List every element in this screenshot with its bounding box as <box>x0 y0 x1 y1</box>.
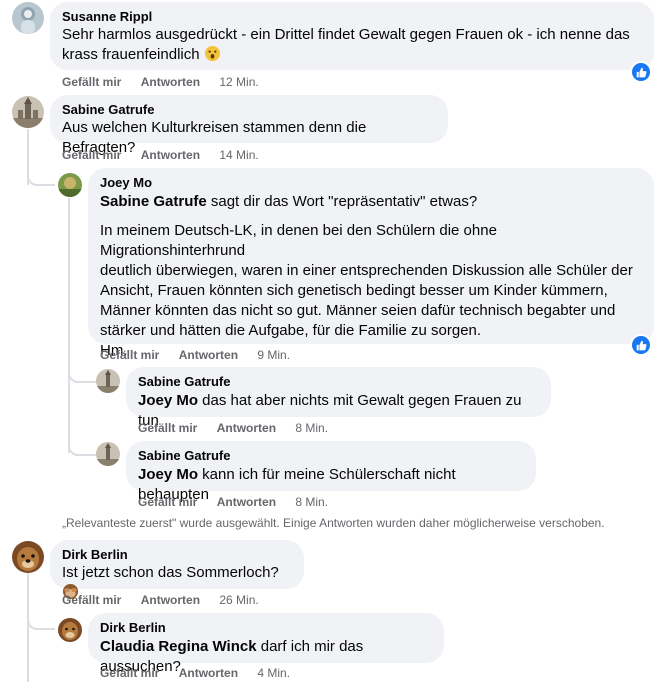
thread-connector-joey <box>27 168 55 186</box>
reply-button[interactable]: Antworten <box>179 666 238 680</box>
comment-author[interactable]: Dirk Berlin <box>62 547 292 563</box>
comment-bubble: Joey Mo Sabine Gatrufe sagt dir das Wort… <box>88 168 654 359</box>
timestamp[interactable]: 14 Min. <box>219 148 258 162</box>
surprised-face-icon <box>204 45 221 62</box>
reply-button[interactable]: Antworten <box>217 495 276 509</box>
comment-actions: Gefällt mir Antworten 4 Min. <box>100 665 290 681</box>
comment-bubble: Sabine Gatrufe Joey Mo kann ich für mein… <box>126 441 536 503</box>
avatar[interactable] <box>96 442 120 466</box>
comment-author[interactable]: Joey Mo <box>100 175 642 191</box>
comment-text: Sabine Gatrufe sagt dir das Wort "repräs… <box>100 193 478 210</box>
timestamp[interactable]: 8 Min. <box>295 495 328 509</box>
avatar[interactable] <box>96 369 120 393</box>
avatar[interactable] <box>58 173 82 197</box>
comment-author[interactable]: Sabine Gatrufe <box>138 448 524 464</box>
mention-link[interactable]: Claudia Regina Winck <box>100 638 257 655</box>
sort-notice: „Relevanteste zuerst" wurde ausgewählt. … <box>62 516 605 530</box>
reply-button[interactable]: Antworten <box>179 348 238 362</box>
comment-actions: Gefällt mir Antworten 8 Min. <box>138 494 328 510</box>
like-button[interactable]: Gefällt mir <box>62 148 121 162</box>
like-button[interactable]: Gefällt mir <box>62 75 121 89</box>
avatar[interactable] <box>12 541 44 573</box>
timestamp[interactable]: 8 Min. <box>295 421 328 435</box>
comment-bubble: Sabine Gatrufe Aus welchen Kulturkreisen… <box>50 95 448 156</box>
timestamp[interactable]: 9 Min. <box>257 348 290 362</box>
comment-actions: Gefällt mir Antworten 9 Min. <box>100 347 290 363</box>
comment-bubble: Sabine Gatrufe Joey Mo das hat aber nich… <box>126 367 551 429</box>
reply-button[interactable]: Antworten <box>141 75 200 89</box>
comment-actions: Gefällt mir Antworten 14 Min. <box>62 147 259 163</box>
mention-link[interactable]: Joey Mo <box>138 392 198 409</box>
thread-line-joey <box>68 198 70 453</box>
comment-bubble: Susanne Rippl Sehr harmlos ausgedrückt -… <box>50 2 654 70</box>
reply-button[interactable]: Antworten <box>217 421 276 435</box>
thread-line-dirk <box>27 573 29 682</box>
thread-connector-sabine2 <box>68 365 96 383</box>
reaction-badge[interactable] <box>630 61 652 83</box>
comment-paragraph: In meinem Deutsch-LK, in denen bei den S… <box>100 222 633 359</box>
comment-actions: Gefällt mir Antworten 26 Min. <box>62 592 259 608</box>
avatar[interactable] <box>58 618 82 642</box>
comment-author[interactable]: Dirk Berlin <box>100 620 432 636</box>
avatar[interactable] <box>12 96 44 128</box>
comment-actions: Gefällt mir Antworten 8 Min. <box>138 420 328 436</box>
timestamp[interactable]: 4 Min. <box>257 666 290 680</box>
reaction-badge[interactable] <box>630 334 652 356</box>
comment-author[interactable]: Susanne Rippl <box>62 9 642 25</box>
comment-bubble: Dirk Berlin Claudia Regina Winck darf ic… <box>88 613 444 675</box>
thread-connector-sabine3 <box>68 438 96 456</box>
avatar[interactable] <box>12 2 44 34</box>
like-button[interactable]: Gefällt mir <box>138 495 197 509</box>
reply-button[interactable]: Antworten <box>141 593 200 607</box>
mention-link[interactable]: Sabine Gatrufe <box>100 193 207 210</box>
comment-bubble: Dirk Berlin Ist jetzt schon das Sommerlo… <box>50 540 304 600</box>
reply-button[interactable]: Antworten <box>141 148 200 162</box>
comment-text: Sehr harmlos ausgedrückt - ein Drittel f… <box>62 26 630 63</box>
comment-author[interactable]: Sabine Gatrufe <box>62 102 436 118</box>
timestamp[interactable]: 26 Min. <box>219 593 258 607</box>
timestamp[interactable]: 12 Min. <box>219 75 258 89</box>
thumbs-up-icon <box>632 63 650 81</box>
mention-link[interactable]: Joey Mo <box>138 466 198 483</box>
like-button[interactable]: Gefällt mir <box>100 348 159 362</box>
comment-actions: Gefällt mir Antworten 12 Min. <box>62 74 259 90</box>
like-button[interactable]: Gefällt mir <box>138 421 197 435</box>
like-button[interactable]: Gefällt mir <box>62 593 121 607</box>
comment-author[interactable]: Sabine Gatrufe <box>138 374 539 390</box>
like-button[interactable]: Gefällt mir <box>100 666 159 680</box>
thumbs-up-icon <box>632 336 650 354</box>
thread-connector-dirk2 <box>27 612 55 630</box>
